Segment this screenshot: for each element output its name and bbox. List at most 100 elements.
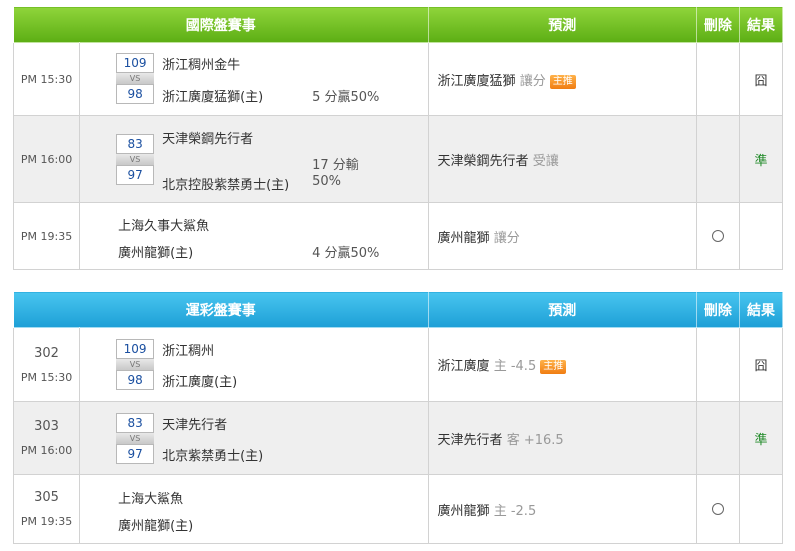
match-time: PM 15:30	[20, 370, 73, 384]
table-row: PM 15:30 109 VS 98 浙江稠州金牛 浙江廣廈猛獅(主) 5 分贏…	[12, 42, 784, 116]
pick-line: +16.5	[523, 432, 564, 448]
lottery-del-header: 刪除	[695, 291, 740, 328]
vs-label: VS	[116, 359, 155, 370]
featured-badge: 主推	[549, 74, 576, 89]
result-cell	[738, 474, 784, 544]
home-team[interactable]: 北京紫禁勇士(主)	[162, 445, 263, 464]
result-hit: 準	[754, 432, 768, 448]
match-time: PM 19:35	[20, 229, 73, 243]
away-team[interactable]: 上海大鯊魚	[118, 488, 183, 507]
vs-label: VS	[116, 73, 155, 84]
match-cell: 上海久事大鯊魚 廣州龍獅(主) 4 分贏50%	[79, 202, 429, 270]
away-team[interactable]: 天津榮鋼先行者	[162, 128, 253, 147]
prediction-cell: 廣州龍獅 主 -2.5	[427, 474, 697, 544]
intl-table: 國際盤賽事 預測 刪除 結果 PM 15:30 109 VS 98 浙江稠州金牛…	[12, 6, 784, 270]
intl-header-row: 國際盤賽事 預測 刪除 結果	[13, 6, 784, 43]
away-score: 83	[116, 134, 155, 154]
away-score: 109	[116, 53, 155, 73]
vs-label: VS	[116, 433, 155, 444]
lottery-table: 運彩盤賽事 預測 刪除 結果 302 PM 15:30 109 VS 98 浙江…	[12, 291, 784, 544]
home-team[interactable]: 北京控股紫禁勇士(主)	[162, 174, 289, 193]
match-time: PM 16:00	[20, 152, 73, 166]
home-score: 98	[116, 370, 155, 390]
lottery-res-header: 結果	[738, 291, 784, 328]
score-box: 83 VS 97	[116, 134, 155, 185]
home-score: 97	[116, 165, 155, 185]
home-score: 97	[116, 444, 155, 464]
prediction-cell: 天津先行者 客 +16.5	[427, 401, 697, 475]
game-number: 302	[34, 345, 59, 361]
result-miss: 囧	[754, 73, 768, 89]
home-team[interactable]: 浙江廣廈猛獅(主)	[162, 86, 263, 105]
result-hit: 準	[754, 153, 768, 169]
home-team[interactable]: 廣州龍獅(主)	[118, 242, 193, 261]
match-cell: 83 VS 97 天津先行者 北京紫禁勇士(主)	[79, 401, 429, 475]
lottery-title: 運彩盤賽事	[13, 291, 429, 328]
pick-team: 浙江廣廈猛獅	[437, 73, 516, 89]
home-team[interactable]: 浙江廣廈(主)	[162, 371, 237, 390]
away-score: 109	[116, 339, 155, 359]
delete-cell	[695, 401, 740, 475]
away-team[interactable]: 浙江稠州金牛	[162, 54, 240, 73]
pick-team: 廣州龍獅	[437, 503, 490, 519]
delete-cell	[695, 327, 740, 402]
vs-label: VS	[116, 154, 155, 165]
result-miss: 囧	[754, 359, 768, 374]
odds-text: 17 分輸	[312, 158, 359, 173]
away-team[interactable]: 浙江稠州	[162, 340, 214, 359]
result-cell	[738, 202, 784, 270]
intl-title: 國際盤賽事	[13, 6, 429, 43]
table-row: PM 16:00 83 VS 97 天津榮鋼先行者 17 分輸 北京控股紫禁勇士…	[12, 115, 784, 203]
pick-team: 天津先行者	[437, 432, 503, 448]
table-row: 302 PM 15:30 109 VS 98 浙江稠州 浙江廣廈(主) 浙江廣廈…	[12, 327, 784, 402]
featured-badge: 主推	[540, 360, 567, 374]
match-time: PM 16:00	[20, 444, 73, 457]
lottery-header-row: 運彩盤賽事 預測 刪除 結果	[13, 291, 784, 328]
pick-type: 讓分	[519, 73, 546, 89]
match-time: PM 15:30	[20, 72, 73, 86]
game-number: 305	[34, 490, 59, 505]
prediction-cell: 浙江廣廈猛獅 讓分 主推	[427, 42, 697, 116]
pick-side: 客	[506, 432, 520, 448]
delete-circle-icon[interactable]	[711, 502, 724, 515]
home-score: 98	[116, 84, 155, 104]
pick-line: -4.5	[510, 359, 537, 374]
table-row: PM 19:35 上海久事大鯊魚 廣州龍獅(主) 4 分贏50% 廣州龍獅 讓分	[12, 202, 784, 270]
delete-cell	[695, 115, 740, 203]
pick-side: 主	[493, 359, 507, 374]
prediction-cell: 浙江廣廈 主 -4.5 主推	[427, 327, 697, 402]
away-score: 83	[116, 413, 155, 433]
pick-type: 受讓	[532, 153, 559, 169]
match-cell: 83 VS 97 天津榮鋼先行者 17 分輸 北京控股紫禁勇士(主) 50%	[79, 115, 429, 203]
odds-text: 4 分贏50%	[312, 246, 380, 261]
delete-circle-icon[interactable]	[711, 229, 724, 242]
score-box: 109 VS 98	[116, 53, 155, 104]
intl-pred-header: 預測	[427, 6, 697, 43]
pick-team: 天津榮鋼先行者	[437, 153, 529, 169]
pick-team: 浙江廣廈	[437, 359, 490, 374]
delete-cell	[695, 42, 740, 116]
pick-team: 廣州龍獅	[437, 230, 490, 246]
pick-type: 讓分	[493, 230, 520, 246]
prediction-cell: 天津榮鋼先行者 受讓	[427, 115, 697, 203]
game-number: 303	[34, 419, 59, 434]
odds-text: 5 分贏50%	[312, 90, 380, 105]
away-team[interactable]: 天津先行者	[162, 414, 227, 433]
score-box: 109 VS 98	[116, 339, 155, 390]
intl-del-header: 刪除	[695, 6, 740, 43]
home-team[interactable]: 廣州龍獅(主)	[118, 515, 193, 534]
intl-res-header: 結果	[738, 6, 784, 43]
table-row: 305 PM 19:35 上海大鯊魚 廣州龍獅(主) 廣州龍獅 主 -2.5	[12, 474, 784, 544]
pick-side: 主	[493, 503, 507, 519]
pick-line: -2.5	[510, 503, 537, 519]
match-cell: 109 VS 98 浙江稠州金牛 浙江廣廈猛獅(主) 5 分贏50%	[79, 42, 429, 116]
away-team[interactable]: 上海久事大鯊魚	[118, 215, 209, 234]
prediction-cell: 廣州龍獅 讓分	[427, 202, 697, 270]
odds-text: 50%	[312, 174, 341, 189]
lottery-pred-header: 預測	[427, 291, 697, 328]
match-cell: 上海大鯊魚 廣州龍獅(主)	[79, 474, 429, 544]
score-box: 83 VS 97	[116, 413, 155, 464]
table-row: 303 PM 16:00 83 VS 97 天津先行者 北京紫禁勇士(主) 天津…	[12, 401, 784, 475]
match-time: PM 19:35	[20, 515, 73, 528]
match-cell: 109 VS 98 浙江稠州 浙江廣廈(主)	[79, 327, 429, 402]
